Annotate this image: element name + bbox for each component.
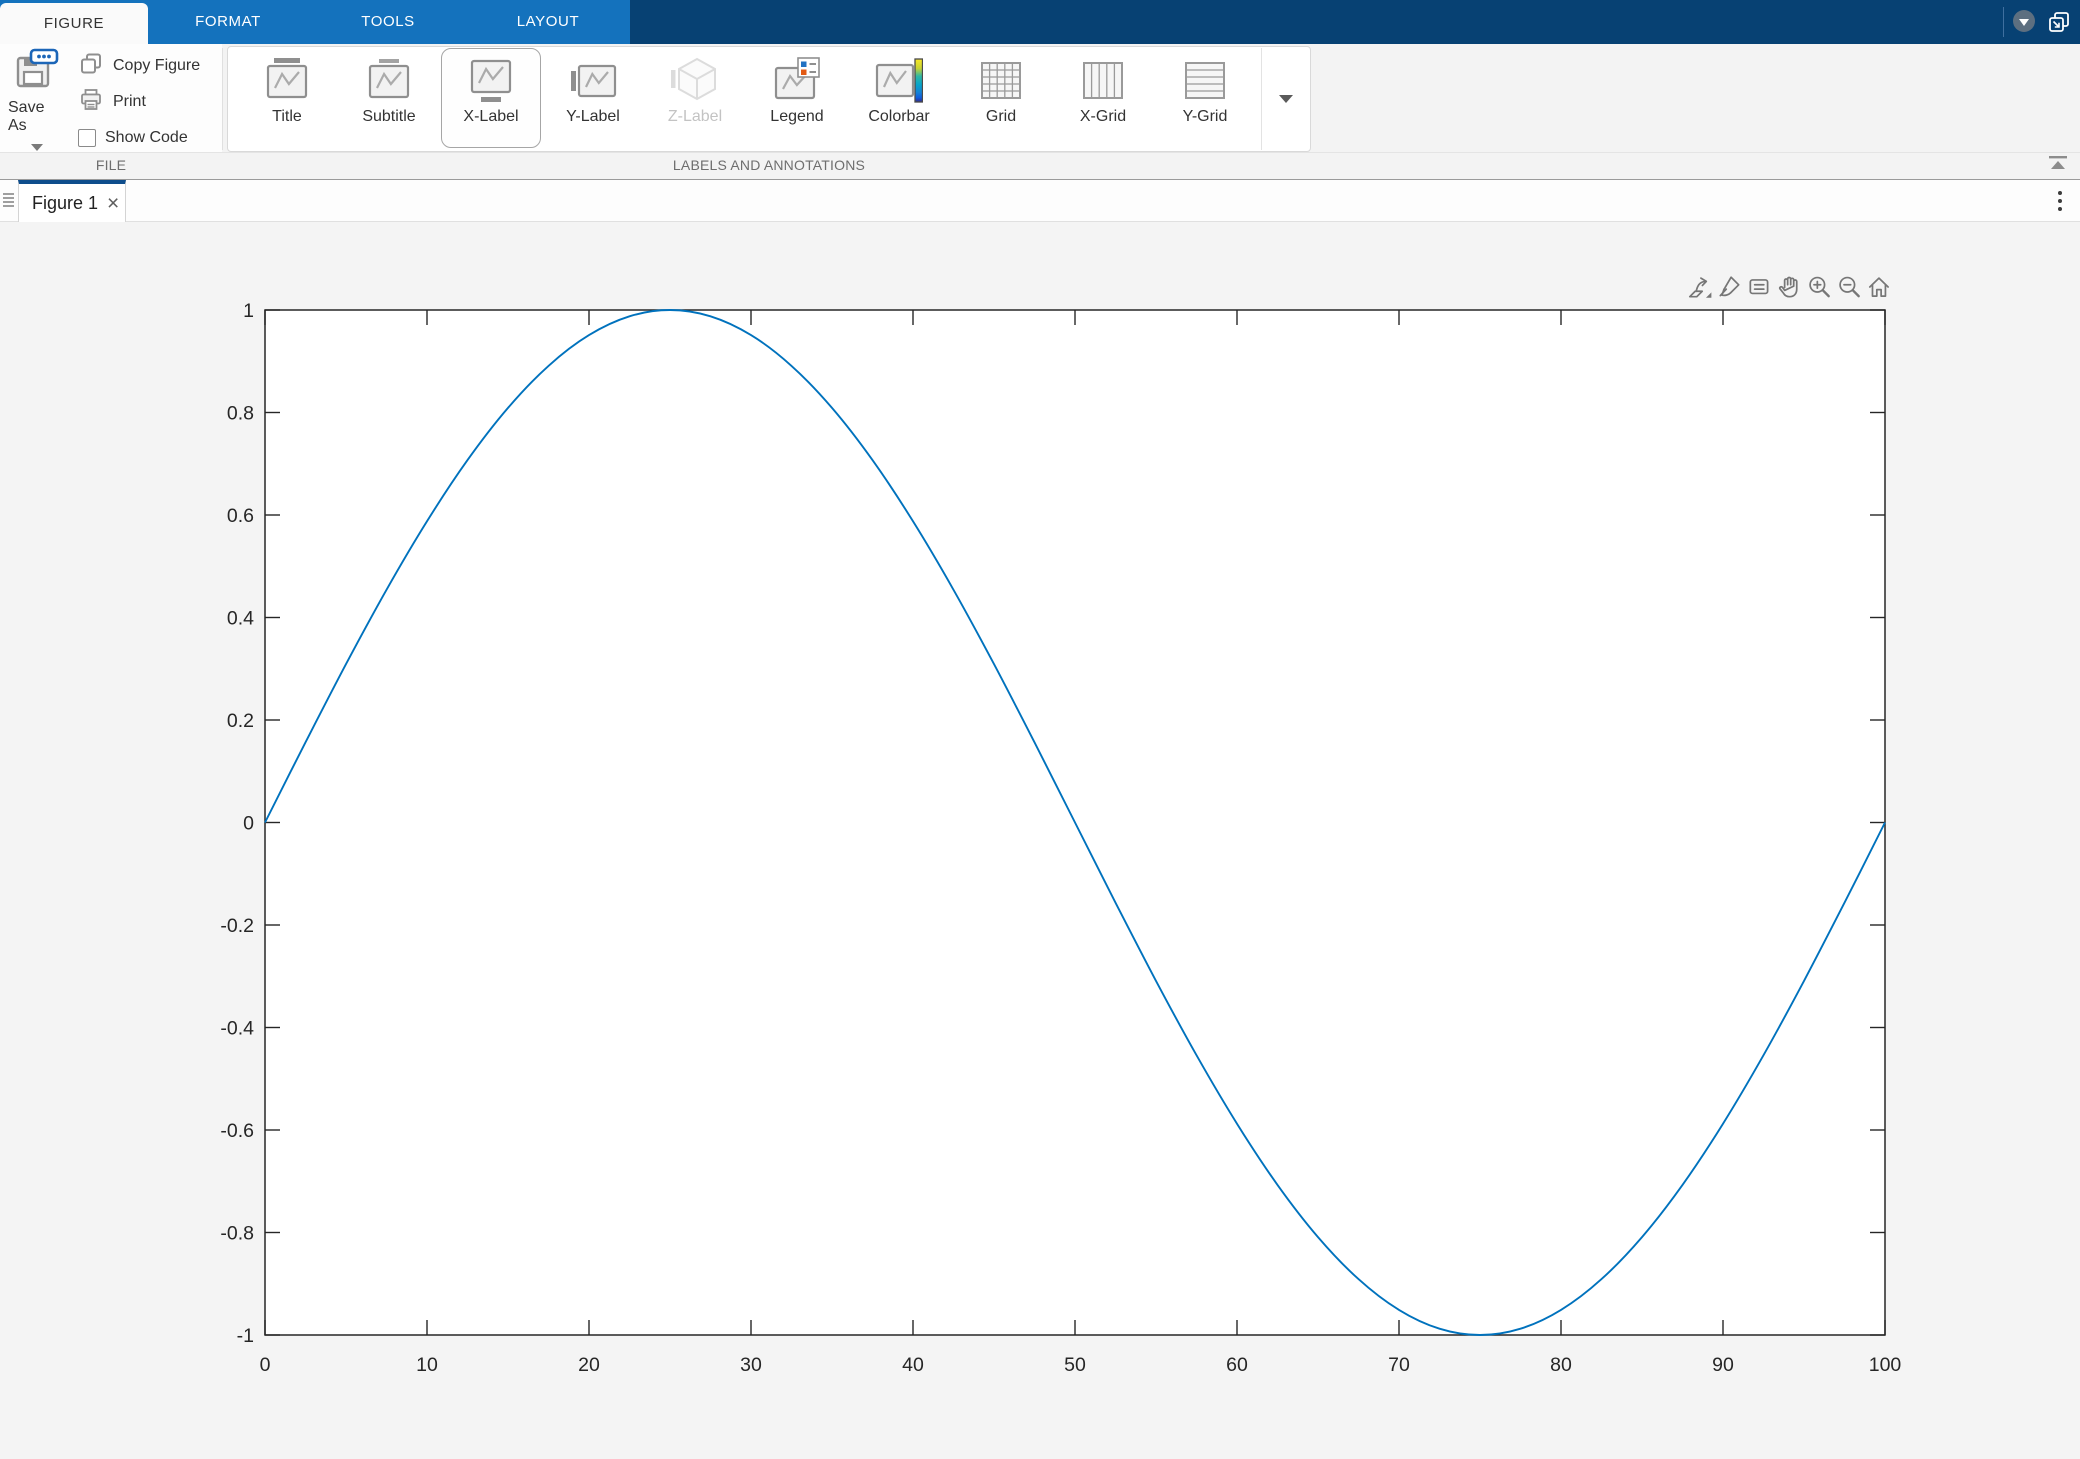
brush-icon[interactable] bbox=[1716, 274, 1743, 301]
show-code-checkbox[interactable] bbox=[78, 129, 96, 147]
ribbon-button-z-label: Z-Label bbox=[645, 48, 745, 148]
file-section-label: FILE bbox=[96, 157, 126, 173]
svg-text:0.8: 0.8 bbox=[227, 403, 254, 425]
chevron-down-icon bbox=[1279, 95, 1293, 103]
file-section: Save As Copy Figure bbox=[0, 44, 222, 152]
xlabel-axes-icon bbox=[467, 56, 515, 108]
xgrid-axes-icon bbox=[1079, 56, 1127, 108]
labels-annotations-section: TitleSubtitleX-LabelY-LabelZ-LabelLegend… bbox=[227, 46, 1311, 152]
svg-text:20: 20 bbox=[578, 1354, 600, 1376]
titlebar: FIGUREFORMATTOOLSLAYOUT bbox=[0, 0, 2080, 44]
copy-figure-button[interactable]: Copy Figure bbox=[78, 52, 200, 80]
copy-figure-label: Copy Figure bbox=[113, 57, 200, 75]
chevron-down-icon bbox=[31, 144, 43, 151]
svg-text:50: 50 bbox=[1064, 1354, 1086, 1376]
section-label-strip: FILE LABELS AND ANNOTATIONS bbox=[0, 152, 2080, 179]
export-icon[interactable] bbox=[1686, 274, 1713, 301]
svg-text:0.4: 0.4 bbox=[227, 608, 254, 630]
panel-grip-icon[interactable] bbox=[3, 193, 14, 195]
grid-axes-icon bbox=[977, 56, 1025, 108]
tab-figure[interactable]: FIGURE bbox=[0, 3, 148, 44]
svg-text:0: 0 bbox=[243, 813, 254, 835]
ribbon-button-y-label[interactable]: Y-Label bbox=[543, 48, 643, 148]
ribbon-button-grid[interactable]: Grid bbox=[951, 48, 1051, 148]
section-divider bbox=[222, 48, 223, 150]
subtitle-axes-icon bbox=[365, 56, 413, 108]
axes-toolbar bbox=[1686, 274, 1893, 301]
svg-text:90: 90 bbox=[1712, 1354, 1734, 1376]
svg-text:30: 30 bbox=[740, 1354, 762, 1376]
print-icon bbox=[78, 87, 104, 118]
print-label: Print bbox=[113, 93, 146, 111]
svg-text:80: 80 bbox=[1550, 1354, 1572, 1376]
print-button[interactable]: Print bbox=[78, 88, 146, 116]
titlebar-tabs: FIGUREFORMATTOOLSLAYOUT bbox=[0, 0, 628, 44]
svg-text:0.2: 0.2 bbox=[227, 710, 254, 732]
zoom-in-icon[interactable] bbox=[1806, 274, 1833, 301]
ribbon-button-subtitle[interactable]: Subtitle bbox=[339, 48, 439, 148]
svg-text:60: 60 bbox=[1226, 1354, 1248, 1376]
figure-canvas-area: 0102030405060708090100-1-0.8-0.6-0.4-0.2… bbox=[0, 222, 2080, 1459]
section-overflow-button[interactable] bbox=[1261, 48, 1309, 150]
ribbon-button-x-grid[interactable]: X-Grid bbox=[1053, 48, 1153, 148]
svg-text:-0.2: -0.2 bbox=[220, 915, 254, 937]
datatips-icon[interactable] bbox=[1746, 274, 1773, 301]
axes-svg[interactable]: 0102030405060708090100-1-0.8-0.6-0.4-0.2… bbox=[0, 222, 2080, 1459]
tab-layout[interactable]: LAYOUT bbox=[468, 0, 628, 44]
zlabel-axes-icon bbox=[671, 56, 719, 108]
svg-text:70: 70 bbox=[1388, 1354, 1410, 1376]
popout-icon[interactable] bbox=[2046, 9, 2072, 35]
svg-text:-0.4: -0.4 bbox=[220, 1018, 254, 1040]
legend-axes-icon bbox=[773, 56, 821, 108]
zoom-out-icon[interactable] bbox=[1836, 274, 1863, 301]
ribbon-button-x-label[interactable]: X-Label bbox=[441, 48, 541, 148]
show-code-toggle[interactable]: Show Code bbox=[78, 124, 188, 152]
restore-view-icon[interactable] bbox=[1866, 274, 1893, 301]
title-axes-icon bbox=[263, 56, 311, 108]
document-tab-bar: Figure 1 × bbox=[0, 180, 2080, 222]
tab-figure-1[interactable]: Figure 1 × bbox=[18, 180, 126, 222]
ylabel-axes-icon bbox=[569, 56, 617, 108]
ribbon: Save As Copy Figure bbox=[0, 44, 2080, 180]
save-as-icon bbox=[14, 48, 60, 97]
save-as-label: Save As bbox=[8, 99, 66, 135]
ygrid-axes-icon bbox=[1181, 56, 1229, 108]
svg-text:10: 10 bbox=[416, 1354, 438, 1376]
svg-text:0.6: 0.6 bbox=[227, 505, 254, 527]
chevron-down-circle-icon[interactable] bbox=[2013, 10, 2035, 32]
ribbon-button-y-grid[interactable]: Y-Grid bbox=[1155, 48, 1255, 148]
ribbon-button-colorbar[interactable]: Colorbar bbox=[849, 48, 949, 148]
tab-tools[interactable]: TOOLS bbox=[308, 0, 468, 44]
ribbon-button-title[interactable]: Title bbox=[237, 48, 337, 148]
kebab-menu-icon[interactable] bbox=[2058, 191, 2062, 195]
svg-text:0: 0 bbox=[260, 1354, 271, 1376]
svg-text:-0.8: -0.8 bbox=[220, 1223, 254, 1245]
labels-section-label: LABELS AND ANNOTATIONS bbox=[673, 157, 865, 173]
pan-icon[interactable] bbox=[1776, 274, 1803, 301]
close-icon[interactable]: × bbox=[107, 193, 119, 214]
show-code-label: Show Code bbox=[105, 129, 188, 147]
ribbon-button-legend[interactable]: Legend bbox=[747, 48, 847, 148]
copy-icon bbox=[78, 51, 104, 82]
svg-text:-1: -1 bbox=[237, 1325, 254, 1347]
svg-text:100: 100 bbox=[1869, 1354, 1902, 1376]
svg-text:40: 40 bbox=[902, 1354, 924, 1376]
svg-text:1: 1 bbox=[243, 300, 254, 322]
titlebar-divider bbox=[2003, 7, 2004, 37]
svg-text:-0.6: -0.6 bbox=[220, 1120, 254, 1142]
figure-tab-label: Figure 1 bbox=[32, 193, 98, 214]
save-as-button[interactable]: Save As bbox=[8, 48, 66, 148]
tab-format[interactable]: FORMAT bbox=[148, 0, 308, 44]
colorbar-axes-icon bbox=[875, 56, 923, 108]
collapse-ribbon-icon[interactable] bbox=[2044, 154, 2072, 176]
